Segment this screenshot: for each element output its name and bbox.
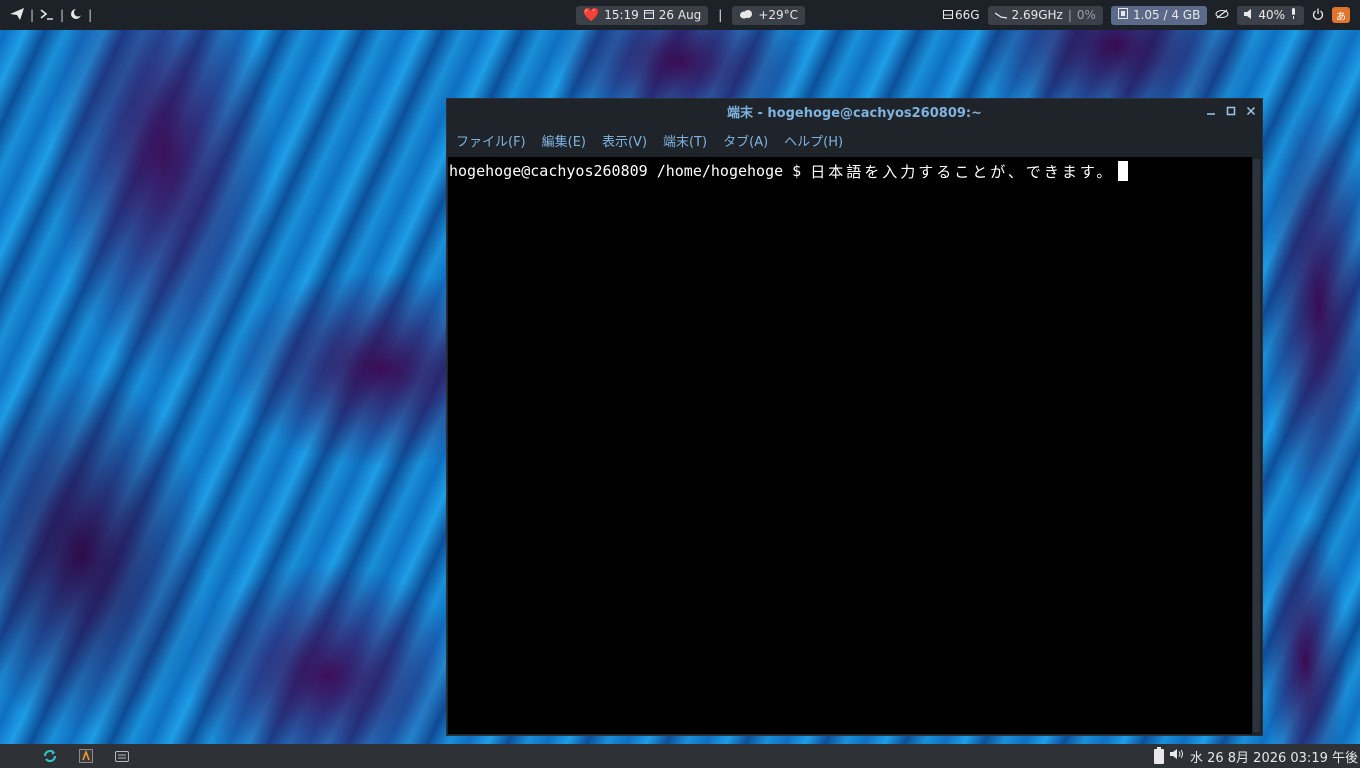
window-titlebar[interactable]: 端末 - hogehoge@cachyos260809:~ (447, 99, 1262, 124)
top-panel: | | | ❤️ 15:19 26 Aug | +29°C 66G 2.69GH… (0, 0, 1360, 30)
volume-level: 40% (1258, 8, 1285, 22)
separator: | (1067, 8, 1072, 22)
memory-widget[interactable]: 1.05 / 4 GB (1110, 5, 1208, 25)
refresh-app-icon[interactable] (42, 748, 58, 764)
weather-temp: +29°C (758, 8, 799, 22)
eye-off-icon[interactable] (1215, 8, 1229, 22)
disk-icon (942, 8, 953, 22)
volume-widget[interactable]: 40% (1237, 5, 1304, 25)
launcher-group: | | | (10, 0, 92, 30)
weather-widget[interactable]: +29°C (732, 5, 806, 25)
terminal-line: hogehoge@cachyos260809 /home/hogehoge $ … (448, 161, 1252, 181)
clock-time: 15:19 (604, 8, 639, 22)
menu-help[interactable]: ヘルプ(H) (784, 131, 843, 150)
menu-view[interactable]: 表示(V) (602, 131, 647, 150)
cloud-icon (739, 8, 753, 22)
taskbar-launchers (42, 744, 130, 768)
menu-edit[interactable]: 編集(E) (542, 131, 586, 150)
system-status-group: 66G 2.69GHz | 0% 1.05 / 4 GB 40% あ (942, 0, 1350, 30)
calendar-icon (643, 8, 654, 22)
battery-icon[interactable] (1153, 746, 1164, 764)
window-controls (1206, 99, 1256, 124)
cpu-widget[interactable]: 2.69GHz | 0% (987, 5, 1103, 25)
heart-icon: ❤️ (583, 7, 600, 23)
panel-clock[interactable]: 水 26 8月 2026 03:19 午後 (1190, 747, 1358, 766)
disk-free: 66G (954, 8, 980, 22)
terminal-scrollbar[interactable] (1252, 157, 1261, 734)
terminal-window[interactable]: 端末 - hogehoge@cachyos260809:~ ファイル(F) 編集… (446, 98, 1263, 736)
minimize-icon[interactable] (1206, 105, 1216, 119)
keyboard-app-icon[interactable] (114, 748, 130, 764)
moon-icon[interactable] (70, 8, 83, 23)
separator: | (88, 8, 93, 22)
clock-date: 26 Aug (658, 8, 702, 22)
power-icon[interactable] (1312, 8, 1324, 23)
cpu-graph-icon (994, 8, 1007, 22)
memory-icon (1117, 8, 1128, 22)
send-icon[interactable] (10, 7, 24, 23)
cpu-freq: 2.69GHz (1011, 8, 1063, 22)
window-title: 端末 - hogehoge@cachyos260809:~ (726, 106, 982, 121)
menu-bar: ファイル(F) 編集(E) 表示(V) 端末(T) タブ(A) ヘルプ(H) (447, 127, 1262, 153)
text-editor-app-icon[interactable] (78, 748, 94, 764)
separator: | (60, 8, 65, 22)
separator: | (30, 8, 35, 22)
terminal-icon[interactable] (40, 8, 54, 23)
menu-tabs[interactable]: タブ(A) (723, 131, 768, 150)
memory-usage: 1.05 / 4 GB (1132, 8, 1201, 22)
clock-widget[interactable]: ❤️ 15:19 26 Aug (576, 5, 709, 25)
speaker-icon (1244, 8, 1253, 22)
separator: | (718, 8, 723, 22)
terminal-area[interactable]: hogehoge@cachyos260809 /home/hogehoge $ … (448, 157, 1252, 734)
bottom-panel: 水 26 8月 2026 03:19 午後 (0, 744, 1360, 768)
cpu-load: 0% (1076, 8, 1096, 22)
menu-terminal[interactable]: 端末(T) (663, 131, 707, 150)
scrollbar-thumb[interactable] (1253, 159, 1260, 732)
typed-input: 日本語を入力することが、できます。 (810, 162, 1115, 181)
tray-area: 水 26 8月 2026 03:19 午後 (1153, 744, 1358, 768)
disk-widget[interactable]: 66G (942, 6, 980, 25)
volume-icon[interactable] (1169, 748, 1184, 764)
menu-file[interactable]: ファイル(F) (456, 131, 526, 150)
shell-prompt: hogehoge@cachyos260809 /home/hogehoge $ (449, 162, 811, 180)
microphone-icon (1290, 8, 1297, 22)
close-icon[interactable] (1246, 105, 1256, 119)
clock-weather-group: ❤️ 15:19 26 Aug | +29°C (576, 0, 806, 30)
maximize-icon[interactable] (1226, 105, 1236, 119)
ime-indicator[interactable]: あ (1332, 7, 1350, 23)
text-cursor (1118, 161, 1129, 181)
